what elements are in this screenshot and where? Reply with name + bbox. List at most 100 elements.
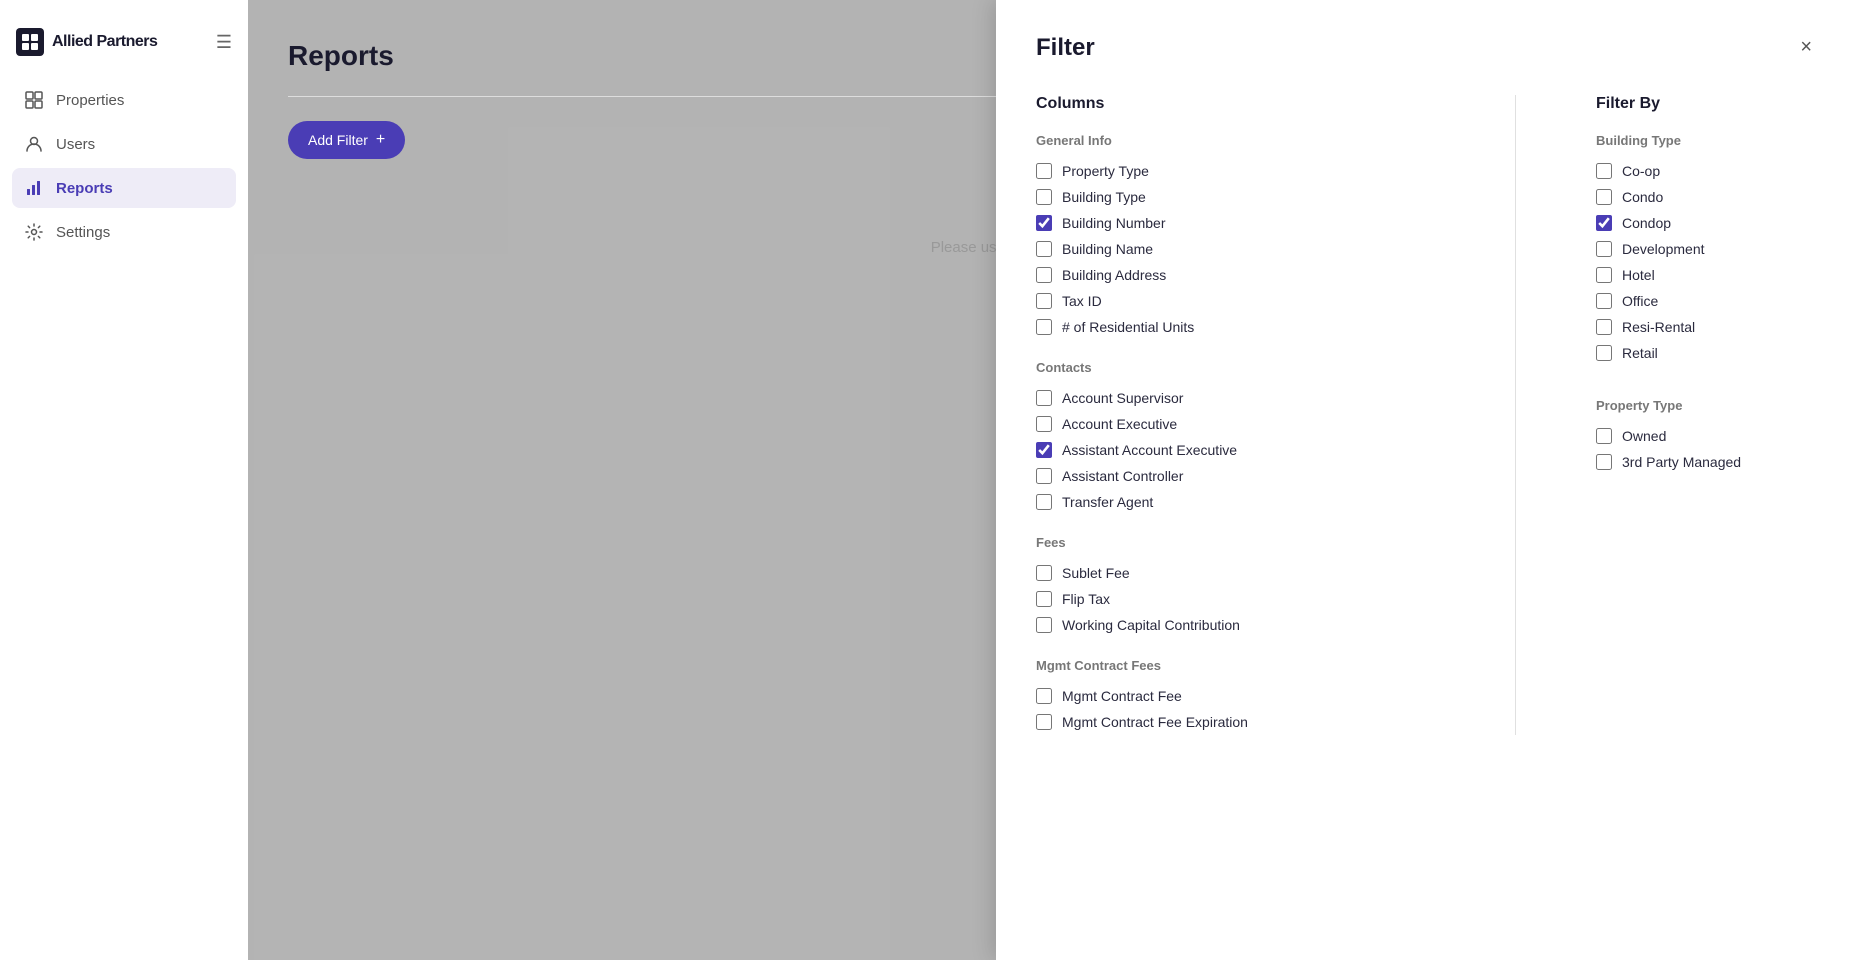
col-tax-id: Tax ID — [1036, 288, 1435, 314]
sidebar-label-reports: Reports — [56, 180, 113, 197]
col-mgmt-fee-expiration-label[interactable]: Mgmt Contract Fee Expiration — [1062, 714, 1248, 730]
col-transfer-agent-checkbox[interactable] — [1036, 494, 1052, 510]
close-button[interactable]: × — [1796, 32, 1816, 63]
filter-owned: Owned — [1596, 423, 1816, 449]
filter-retail-checkbox[interactable] — [1596, 345, 1612, 361]
col-account-supervisor-checkbox[interactable] — [1036, 390, 1052, 406]
filter-hotel-checkbox[interactable] — [1596, 267, 1612, 283]
filter-condop-label[interactable]: Condop — [1622, 215, 1671, 231]
filter-resi-rental-label[interactable]: Resi-Rental — [1622, 319, 1695, 335]
col-account-executive-checkbox[interactable] — [1036, 416, 1052, 432]
sidebar-item-reports[interactable]: Reports — [12, 168, 236, 208]
add-filter-label: Add Filter — [308, 132, 368, 148]
col-working-capital-checkbox[interactable] — [1036, 617, 1052, 633]
filter-office: Office — [1596, 288, 1816, 314]
col-assistant-controller-label[interactable]: Assistant Controller — [1062, 468, 1183, 484]
col-sublet-fee: Sublet Fee — [1036, 560, 1435, 586]
col-building-type-label[interactable]: Building Type — [1062, 189, 1146, 205]
panel-divider — [1515, 95, 1516, 735]
col-mgmt-contract-fee-checkbox[interactable] — [1036, 688, 1052, 704]
col-flip-tax-label[interactable]: Flip Tax — [1062, 591, 1110, 607]
col-mgmt-contract-fee-label[interactable]: Mgmt Contract Fee — [1062, 688, 1182, 704]
filter-condo-label[interactable]: Condo — [1622, 189, 1663, 205]
col-account-executive-label[interactable]: Account Executive — [1062, 416, 1177, 432]
col-account-supervisor: Account Supervisor — [1036, 385, 1435, 411]
filter-coop: Co-op — [1596, 158, 1816, 184]
sidebar-item-settings[interactable]: Settings — [12, 212, 236, 252]
col-property-type-checkbox[interactable] — [1036, 163, 1052, 179]
col-building-address-label[interactable]: Building Address — [1062, 267, 1166, 283]
col-building-number: Building Number — [1036, 210, 1435, 236]
filter-hotel-label[interactable]: Hotel — [1622, 267, 1655, 283]
col-assistant-controller-checkbox[interactable] — [1036, 468, 1052, 484]
col-flip-tax-checkbox[interactable] — [1036, 591, 1052, 607]
filter-3rd-party-checkbox[interactable] — [1596, 454, 1612, 470]
filter-condo-checkbox[interactable] — [1596, 189, 1612, 205]
sidebar-item-properties[interactable]: Properties — [12, 80, 236, 120]
filter-owned-label[interactable]: Owned — [1622, 428, 1666, 444]
filter-hotel: Hotel — [1596, 262, 1816, 288]
filter-office-label[interactable]: Office — [1622, 293, 1658, 309]
col-building-name-checkbox[interactable] — [1036, 241, 1052, 257]
filter-retail-label[interactable]: Retail — [1622, 345, 1658, 361]
filter-owned-checkbox[interactable] — [1596, 428, 1612, 444]
sidebar-item-users[interactable]: Users — [12, 124, 236, 164]
col-building-type-checkbox[interactable] — [1036, 189, 1052, 205]
filter-title: Filter — [1036, 34, 1095, 62]
filter-development-label[interactable]: Development — [1622, 241, 1705, 257]
col-tax-id-checkbox[interactable] — [1036, 293, 1052, 309]
col-transfer-agent: Transfer Agent — [1036, 489, 1435, 515]
main-content: Reports Add Filter + Please use filters … — [248, 0, 1856, 960]
contacts-label: Contacts — [1036, 360, 1435, 375]
filter-columns: Columns General Info Property Type Build… — [1036, 95, 1816, 735]
columns-section: Columns General Info Property Type Build… — [1036, 95, 1435, 735]
col-building-address: Building Address — [1036, 262, 1435, 288]
col-mgmt-contract-fee: Mgmt Contract Fee — [1036, 683, 1435, 709]
add-filter-button[interactable]: Add Filter + — [288, 121, 405, 159]
col-transfer-agent-label[interactable]: Transfer Agent — [1062, 494, 1153, 510]
col-tax-id-label[interactable]: Tax ID — [1062, 293, 1102, 309]
col-sublet-fee-label[interactable]: Sublet Fee — [1062, 565, 1130, 581]
property-type-filter-label: Property Type — [1596, 398, 1816, 413]
col-assistant-account-executive: Assistant Account Executive — [1036, 437, 1435, 463]
filter-resi-rental-checkbox[interactable] — [1596, 319, 1612, 335]
filter-resi-rental: Resi-Rental — [1596, 314, 1816, 340]
logo-text: Allied Partners — [52, 33, 157, 51]
filter-development-checkbox[interactable] — [1596, 241, 1612, 257]
filter-3rd-party-label[interactable]: 3rd Party Managed — [1622, 454, 1741, 470]
logo-icon — [16, 28, 44, 56]
col-property-type: Property Type — [1036, 158, 1435, 184]
building-type-filter-label: Building Type — [1596, 133, 1816, 148]
col-assistant-account-executive-checkbox[interactable] — [1036, 442, 1052, 458]
col-mgmt-fee-expiration-checkbox[interactable] — [1036, 714, 1052, 730]
col-residential-units: # of Residential Units — [1036, 314, 1435, 340]
columns-title: Columns — [1036, 95, 1435, 113]
col-building-number-checkbox[interactable] — [1036, 215, 1052, 231]
col-building-address-checkbox[interactable] — [1036, 267, 1052, 283]
menu-icon[interactable]: ☰ — [216, 32, 232, 53]
col-assistant-account-executive-label[interactable]: Assistant Account Executive — [1062, 442, 1237, 458]
col-building-number-label[interactable]: Building Number — [1062, 215, 1166, 231]
filter-office-checkbox[interactable] — [1596, 293, 1612, 309]
col-building-name-label[interactable]: Building Name — [1062, 241, 1153, 257]
sidebar: Allied Partners ☰ Properties — [0, 0, 248, 960]
filter-retail: Retail — [1596, 340, 1816, 366]
filter-by-section: Filter By Building Type Co-op Condo Cond… — [1596, 95, 1816, 735]
sidebar-logo: Allied Partners ☰ — [0, 16, 248, 80]
col-property-type-label[interactable]: Property Type — [1062, 163, 1149, 179]
col-working-capital-label[interactable]: Working Capital Contribution — [1062, 617, 1240, 633]
col-residential-units-label[interactable]: # of Residential Units — [1062, 319, 1194, 335]
filter-panel: Filter × Columns General Info Property T… — [996, 0, 1856, 960]
fees-label: Fees — [1036, 535, 1435, 550]
col-account-supervisor-label[interactable]: Account Supervisor — [1062, 390, 1183, 406]
sidebar-label-settings: Settings — [56, 224, 110, 241]
col-residential-units-checkbox[interactable] — [1036, 319, 1052, 335]
col-flip-tax: Flip Tax — [1036, 586, 1435, 612]
col-sublet-fee-checkbox[interactable] — [1036, 565, 1052, 581]
filter-condop-checkbox[interactable] — [1596, 215, 1612, 231]
properties-icon — [24, 90, 44, 110]
users-icon — [24, 134, 44, 154]
filter-coop-checkbox[interactable] — [1596, 163, 1612, 179]
filter-by-title: Filter By — [1596, 95, 1816, 113]
filter-coop-label[interactable]: Co-op — [1622, 163, 1660, 179]
